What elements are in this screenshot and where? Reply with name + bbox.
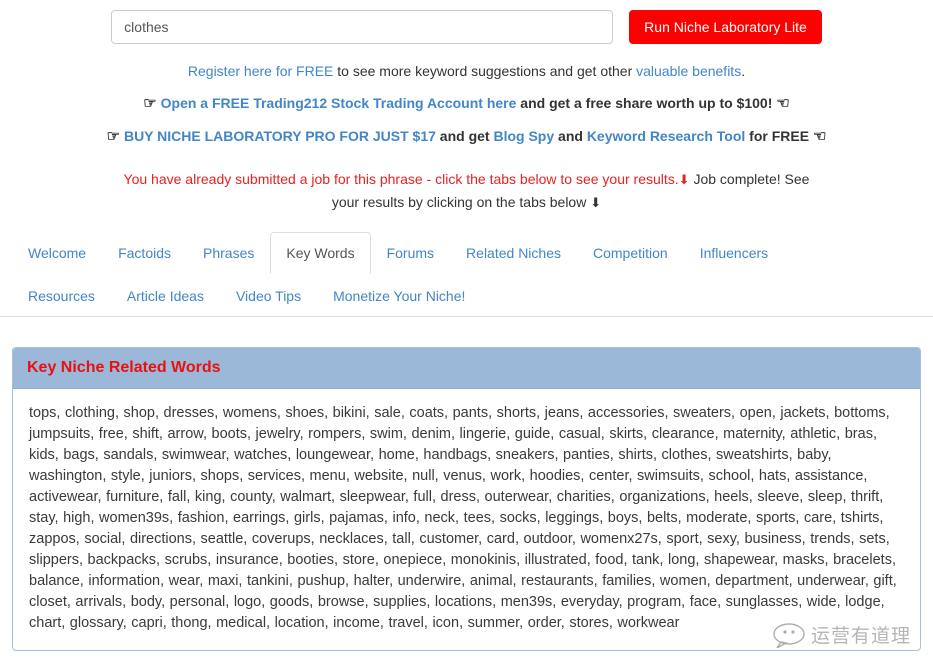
tab-influencers[interactable]: Influencers xyxy=(684,232,784,274)
niche-laboratory-page: Run Niche Laboratory Lite Register here … xyxy=(0,0,933,670)
valuable-benefits-link[interactable]: valuable benefits xyxy=(636,63,741,79)
arrow-down-icon: ⬇ xyxy=(678,172,690,187)
keyword-search-input[interactable] xyxy=(111,10,614,44)
tab-competition[interactable]: Competition xyxy=(577,232,684,274)
tab-resources[interactable]: Resources xyxy=(12,275,111,317)
run-niche-laboratory-lite-button[interactable]: Run Niche Laboratory Lite xyxy=(629,10,822,44)
results-tabs: Welcome Factoids Phrases Key Words Forum… xyxy=(0,232,933,317)
hand-pointer-left-icon: ☜ xyxy=(776,95,790,112)
tab-monetize-your-niche[interactable]: Monetize Your Niche! xyxy=(317,275,481,317)
tabs-row-secondary: Resources Article Ideas Video Tips Monet… xyxy=(12,275,921,316)
register-free-link[interactable]: Register here for FREE xyxy=(188,63,334,79)
pro-promo-and: and xyxy=(554,128,587,144)
niche-lab-pro-promo-line: ☞ BUY NICHE LABORATORY PRO FOR JUST $17 … xyxy=(87,123,847,150)
search-row: Run Niche Laboratory Lite xyxy=(0,0,933,44)
panel-body: tops, clothing, shop, dresses, womens, s… xyxy=(13,389,920,650)
job-status-red-text: You have already submitted a job for thi… xyxy=(123,171,679,187)
key-niche-related-words-panel: Key Niche Related Words tops, clothing, … xyxy=(12,347,921,651)
keyword-research-tool-link[interactable]: Keyword Research Tool xyxy=(587,128,745,144)
trading212-promo-mid: and get a free share worth up to $100! xyxy=(516,95,777,111)
arrow-down-icon-2: ⬇ xyxy=(590,195,602,210)
blog-spy-link[interactable]: Blog Spy xyxy=(493,128,554,144)
pro-promo-end: for FREE xyxy=(745,128,813,144)
buy-niche-laboratory-pro-link[interactable]: BUY NICHE LABORATORY PRO FOR JUST $17 xyxy=(124,128,436,144)
panel-header: Key Niche Related Words xyxy=(13,348,920,389)
hand-pointer-left-icon-2: ☜ xyxy=(812,128,827,145)
tab-key-words[interactable]: Key Words xyxy=(270,232,371,274)
promo-block: Register here for FREE to see more keywo… xyxy=(87,58,847,150)
trading212-account-link[interactable]: Open a FREE Trading212 Stock Trading Acc… xyxy=(161,95,517,111)
register-promo-mid: to see more keyword suggestions and get … xyxy=(333,63,637,79)
tab-forums[interactable]: Forums xyxy=(371,232,450,274)
register-promo-line: Register here for FREE to see more keywo… xyxy=(87,58,847,84)
tab-related-niches[interactable]: Related Niches xyxy=(450,232,577,274)
tab-video-tips[interactable]: Video Tips xyxy=(220,275,317,317)
hand-pointer-right-icon-2: ☞ xyxy=(106,128,121,145)
tab-article-ideas[interactable]: Article Ideas xyxy=(111,275,220,317)
panel-title: Key Niche Related Words xyxy=(27,359,221,376)
tabs-row-primary: Welcome Factoids Phrases Key Words Forum… xyxy=(12,232,921,274)
job-status-message: You have already submitted a job for thi… xyxy=(117,168,817,214)
trading212-promo-line: ☞ Open a FREE Trading212 Stock Trading A… xyxy=(87,90,847,117)
tab-phrases[interactable]: Phrases xyxy=(187,232,270,274)
tab-factoids[interactable]: Factoids xyxy=(102,232,187,274)
register-promo-end: . xyxy=(741,63,746,79)
pro-promo-mid: and get xyxy=(435,128,494,144)
tab-welcome[interactable]: Welcome xyxy=(12,232,102,274)
keyword-list: tops, clothing, shop, dresses, womens, s… xyxy=(29,405,897,631)
hand-pointer-right-icon: ☞ xyxy=(143,95,157,112)
